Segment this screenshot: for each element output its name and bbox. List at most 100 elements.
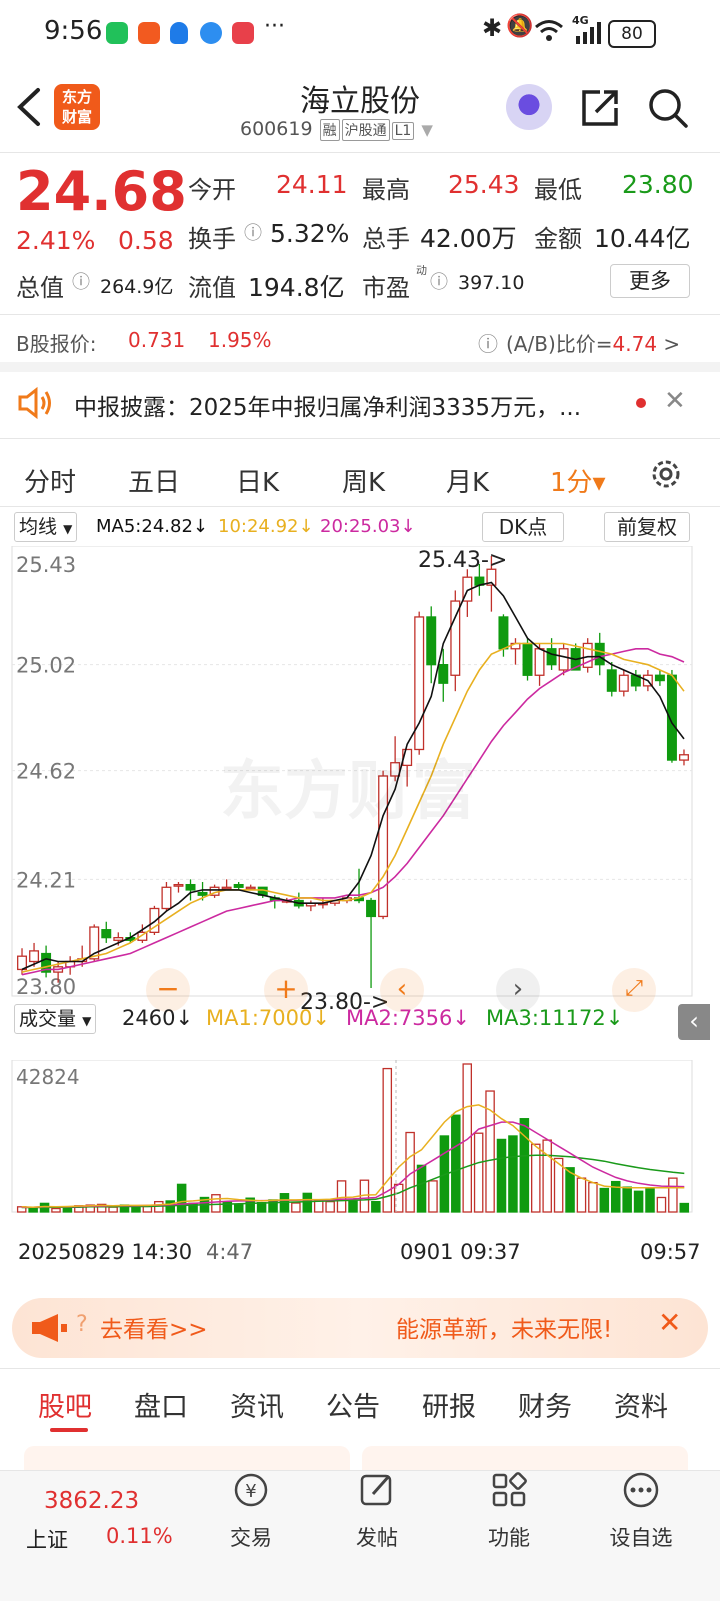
tab-weekly-k[interactable]: 周K [342, 462, 385, 499]
active-tab-indicator [50, 1428, 88, 1432]
ma10-readout: 10:24.92↓ [218, 516, 314, 537]
y-tick-label: 24.62 [16, 760, 76, 784]
tab-financials[interactable]: 财务 [518, 1385, 572, 1424]
volume-bar [348, 1200, 358, 1213]
tab-announcements[interactable]: 公告 [326, 1385, 380, 1424]
candle [221, 886, 232, 890]
collapse-panel-button[interactable]: ‹ [678, 1004, 710, 1040]
status-bar: 9:56 ··· ✱ 🔕 4G 80 [0, 0, 720, 64]
chart-settings-icon[interactable] [648, 456, 684, 492]
promo-close-icon[interactable]: ✕ [658, 1306, 681, 1339]
browser-icon [200, 22, 222, 44]
x-label-start: 20250829 14:30 [18, 1240, 193, 1264]
share-icon[interactable] [578, 86, 622, 130]
help-icon[interactable]: ⓘ [478, 328, 498, 357]
candle [101, 929, 112, 939]
notice-text[interactable]: 中报披露：2025年中报归属净利润3335万元，... [74, 388, 620, 422]
shield-icon [170, 22, 188, 44]
nav-watchlist[interactable]: 设自选 [576, 1470, 706, 1552]
more-button[interactable]: 更多 [610, 264, 690, 298]
float-value: 194.8亿 [248, 273, 345, 302]
search-icon[interactable] [646, 86, 690, 130]
candle [245, 886, 256, 890]
stock-code: 600619 [240, 118, 313, 140]
tab-monthly-k[interactable]: 月K [446, 462, 489, 499]
open-label: 今开 [188, 176, 236, 204]
volume-bar [211, 1194, 221, 1213]
tab-forum[interactable]: 股吧 [38, 1385, 92, 1424]
volume-max-label: 42824 [16, 1065, 80, 1089]
candle [594, 642, 605, 666]
candle [29, 950, 40, 963]
indicator-label: 均线 [19, 516, 58, 538]
volume-indicator-select[interactable]: 成交量 ▼ [14, 1004, 97, 1034]
change-value: 0.58 [118, 226, 174, 255]
tab-research[interactable]: 研报 [422, 1385, 476, 1424]
b-share-label: B股报价: [16, 332, 97, 356]
candle [534, 648, 545, 676]
volume-bar [599, 1187, 610, 1213]
mcap-info-icon[interactable]: ⓘ [72, 268, 90, 294]
chevron-down-icon: ▼ [82, 1014, 92, 1028]
tab-news[interactable]: 资讯 [230, 1385, 284, 1424]
tab-intraday[interactable]: 分时 [24, 462, 76, 499]
notice-close-icon[interactable]: ✕ [664, 386, 686, 416]
vol-ma2-readout: MA2:7356↓ [346, 1006, 470, 1030]
candle [558, 648, 569, 671]
change-pct: 2.41% [16, 226, 96, 255]
promo-right-text[interactable]: 能源革新，未来无限! [396, 1310, 638, 1344]
volume-bar [656, 1196, 667, 1213]
y-tick-label: 25.02 [16, 654, 76, 678]
edit-icon [360, 1474, 392, 1506]
tab-order-book[interactable]: 盘口 [134, 1385, 188, 1424]
turnover-info-icon[interactable]: ⓘ [244, 219, 262, 245]
index-pct: 0.11% [106, 1524, 173, 1548]
tag-level: L1 [391, 122, 415, 140]
candle [366, 899, 377, 918]
mcap-value: 264.9亿 [100, 276, 174, 298]
index-ticker[interactable]: 3862.23 上证 0.11% [20, 1476, 190, 1576]
volume-bar [668, 1177, 678, 1213]
pe-superscript: 动 [416, 264, 427, 277]
high-label: 最高 [362, 176, 410, 204]
nav-trade[interactable]: ¥ 交易 [186, 1470, 316, 1552]
b-share-pct: 1.95% [208, 328, 272, 352]
volume-bar [108, 1206, 118, 1213]
candle [197, 891, 208, 896]
indicator-select[interactable]: 均线 ▼ [14, 512, 78, 542]
notice-dot [636, 398, 646, 408]
dropdown-icon[interactable]: ▼ [421, 121, 433, 139]
tab-five-day[interactable]: 五日 [128, 462, 180, 499]
open-value: 24.11 [276, 170, 348, 199]
volume-bar [496, 1138, 507, 1213]
promo-left-text[interactable]: 去看看>> [100, 1310, 208, 1344]
ma20-readout: 20:25.03↓ [320, 516, 416, 537]
nav-functions-label: 功能 [488, 1526, 530, 1550]
adjust-button[interactable]: 前复权 [604, 512, 690, 542]
volume-bar [508, 1135, 518, 1213]
promo-question-icon: ? [76, 1312, 88, 1337]
tag-connect: 沪股通 [341, 119, 390, 141]
ab-ratio[interactable]: (A/B)比价=4.74 > [506, 328, 680, 357]
volume-indicator-label: 成交量 [19, 1008, 77, 1030]
x-label-mid2: 0901 09:37 [400, 1240, 521, 1264]
chart-watermark: 东方财富 [220, 755, 476, 829]
tab-one-minute[interactable]: 1分▾ [550, 462, 606, 499]
mcap-label: 总值 [16, 274, 64, 302]
robot-assistant-icon[interactable] [506, 84, 552, 130]
tab-profile[interactable]: 资料 [614, 1385, 668, 1424]
pe-value: 397.10 [458, 272, 525, 294]
volume-bar [462, 1063, 472, 1213]
volume-bar [542, 1139, 552, 1213]
nav-functions[interactable]: 功能 [444, 1470, 574, 1552]
volume-chart[interactable]: 42824 [0, 1060, 720, 1230]
dk-button[interactable]: DK点 [482, 512, 564, 542]
tab-daily-k[interactable]: 日K [236, 462, 279, 499]
volume-bar [416, 1164, 427, 1213]
volume-bar [679, 1202, 690, 1213]
y-tick-label: 24.21 [16, 868, 76, 892]
volume-bar [291, 1202, 301, 1213]
pe-info-icon[interactable]: ⓘ [430, 268, 448, 294]
nav-post[interactable]: 发帖 [312, 1470, 442, 1552]
volume-bar [256, 1202, 267, 1213]
